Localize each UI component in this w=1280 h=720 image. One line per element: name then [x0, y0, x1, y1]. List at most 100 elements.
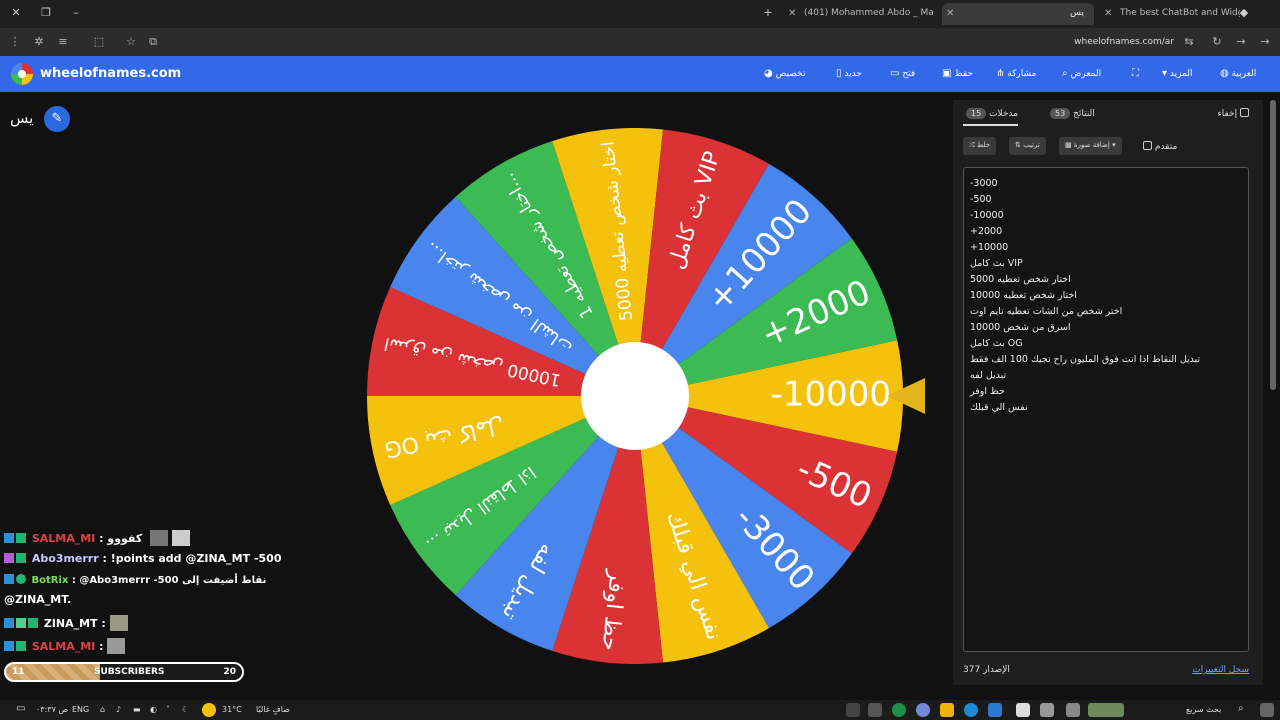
tab-results[interactable]: 53 النتائج [1047, 108, 1095, 119]
changelog-link[interactable]: سجل التغييرات [1192, 665, 1249, 675]
sort-button[interactable]: ⇅ ترتيب [1009, 137, 1046, 155]
download-icon[interactable]: ⬚ [92, 35, 106, 48]
site-settings-icon[interactable]: ⇆ [1182, 35, 1196, 48]
new-tab-icon[interactable]: + [760, 6, 776, 19]
wheel-center-button[interactable] [581, 342, 689, 450]
palette-icon: ◕ [764, 68, 773, 79]
fullscreen-button[interactable]: ⛶ [1128, 68, 1139, 79]
customize-button[interactable]: ◕ تخصيص [760, 68, 805, 79]
app-icon[interactable] [1016, 703, 1030, 717]
wheel[interactable]: -10000 -500 -3000 نفس الي قبلك حظ اوفر تبديل … [367, 127, 903, 664]
new-button[interactable]: ▯ جديد [832, 68, 862, 79]
shuffle-icon: ⤮ [969, 141, 975, 149]
back-icon[interactable]: → [1258, 35, 1272, 48]
language-button[interactable]: ◍ العربية [1216, 68, 1256, 79]
language-indicator[interactable]: ENG [72, 705, 89, 714]
hide-toggle[interactable]: إخفاء [1218, 108, 1249, 119]
more-button[interactable]: ▾ المزيد [1158, 68, 1193, 79]
volume-icon[interactable]: ♪ [116, 705, 121, 714]
chrome-icon[interactable] [892, 703, 906, 717]
battery-icon[interactable]: ▬ [133, 705, 141, 714]
entry-line[interactable]: اختار شخص تعطيه 10000 [970, 288, 1242, 304]
entry-line[interactable]: اختار شخص تعطيه 5000 [970, 272, 1242, 288]
close-tab-icon[interactable]: ✕ [788, 8, 796, 19]
edit-title-button[interactable]: ✎ [44, 106, 70, 132]
share-icon: ⋔ [996, 68, 1005, 79]
tab-chatbot[interactable]: ✕ The best ChatBot and Widgets [1100, 3, 1240, 25]
tray-overflow-icon[interactable]: ˄ [166, 705, 170, 714]
entry-line[interactable]: +2000 [970, 224, 1242, 240]
wheel-svg[interactable]: -10000-500-3000نفس الي قبلكحظ اوفرتبديل … [367, 127, 903, 664]
install-app-icon[interactable]: ⧉ [146, 35, 160, 49]
reload-icon[interactable]: ↻ [1210, 35, 1224, 48]
extra-tray-icon[interactable]: ◐ [150, 705, 157, 714]
minimize-window-icon[interactable]: – [68, 6, 84, 19]
mod-badge-icon [4, 533, 14, 543]
advanced-toggle[interactable]: متقدم [1143, 141, 1177, 152]
chat-message: SALMA_MI : كفووو [4, 530, 190, 546]
taskbar-search[interactable]: بحث سريع [1186, 705, 1221, 714]
entry-line[interactable]: تبديل لفه [970, 368, 1242, 384]
close-window-icon[interactable]: ✕ [8, 6, 24, 19]
open-button[interactable]: ▭ فتح [886, 68, 915, 79]
store-icon[interactable] [1040, 703, 1054, 717]
url-field[interactable]: wheelofnames.com/ar [1074, 37, 1174, 47]
tab-entries[interactable]: 15 مدخلات [963, 108, 1019, 126]
chat-text: كفووو [107, 532, 143, 545]
entry-line[interactable]: بث كامل OG [970, 336, 1242, 352]
entry-line[interactable]: +10000 [970, 240, 1242, 256]
forward-icon[interactable]: → [1234, 35, 1248, 48]
subscriber-current: 11 [12, 667, 25, 677]
task-view-icon[interactable] [1066, 703, 1080, 717]
entry-line[interactable]: اختر شخص من الشات تعطيه تايم اوت [970, 304, 1242, 320]
mod-badge-icon [4, 641, 14, 651]
entry-line[interactable]: -10000 [970, 208, 1242, 224]
results-count: 53 [1050, 108, 1071, 119]
menu-icon[interactable]: ⋮ [8, 35, 22, 48]
edge-icon[interactable] [964, 703, 978, 717]
entry-line[interactable]: -500 [970, 192, 1242, 208]
entry-line[interactable]: اسرق من شخص 10000 [970, 320, 1242, 336]
entries-textarea[interactable]: -3000 -500 -10000 +2000 +10000 بث كامل VIP اخت… [963, 167, 1249, 652]
clock[interactable]: ۰۳:۳۷ ص [36, 705, 68, 714]
tab-search-icon[interactable]: ◆ [1236, 6, 1252, 19]
discord-icon[interactable] [916, 703, 930, 717]
app-icon[interactable] [846, 703, 860, 717]
extensions-icon[interactable]: ✲ [32, 35, 46, 48]
gallery-button[interactable]: ⌕ المعرض [1058, 68, 1101, 79]
bookmark-star-icon[interactable]: ☆ [124, 35, 138, 48]
entry-line[interactable]: بث كامل VIP [970, 256, 1242, 272]
sub-badge-icon [16, 618, 26, 628]
tab-wheel[interactable]: ✕ يس [942, 3, 1094, 25]
add-image-button[interactable]: ▩ إضافة صورة ▾ [1059, 137, 1122, 155]
mic-badge-icon [4, 553, 14, 563]
version-text: 377 الإصدار [963, 665, 1010, 675]
hide-checkbox[interactable] [1240, 108, 1249, 117]
entry-line[interactable]: حظ اوفر [970, 384, 1242, 400]
app-icon[interactable] [868, 703, 882, 717]
network-icon[interactable]: ⌂ [100, 705, 105, 714]
notifications-icon[interactable]: ▭ [16, 703, 25, 714]
entry-line[interactable]: تبديل النقاط اذا انت فوق المليون راح تجي… [970, 352, 1242, 368]
mail-icon[interactable] [988, 703, 1002, 717]
weather-temp[interactable]: 31°C [222, 705, 242, 714]
start-icon[interactable] [1260, 703, 1274, 717]
shuffle-button[interactable]: ⤮ خلط [963, 137, 997, 155]
site-name[interactable]: wheelofnames.com [40, 66, 181, 81]
widgets-icon[interactable] [1088, 703, 1124, 717]
page-scrollbar[interactable] [1270, 100, 1276, 390]
close-tab-icon[interactable]: ✕ [946, 8, 954, 19]
close-tab-icon[interactable]: ✕ [1104, 8, 1112, 19]
maximize-window-icon[interactable]: ❐ [38, 6, 54, 19]
advanced-checkbox[interactable] [1143, 141, 1152, 150]
search-icon[interactable]: ⌕ [1238, 703, 1244, 714]
entry-line[interactable]: نفس الي قبلك [970, 400, 1242, 416]
file-explorer-icon[interactable] [940, 703, 954, 717]
tune-icon[interactable]: ≡ [56, 35, 70, 48]
save-button[interactable]: ▣ حفظ [938, 68, 973, 79]
share-button[interactable]: ⋔ مشاركة [992, 68, 1036, 79]
tab-youtube[interactable]: ✕ (401) Mohammed Abdo _ Ma [784, 3, 934, 25]
weather-text[interactable]: صافٍ غالبًا [256, 705, 290, 714]
wheel-logo-icon[interactable] [11, 63, 33, 85]
entry-line[interactable]: -3000 [970, 176, 1242, 192]
